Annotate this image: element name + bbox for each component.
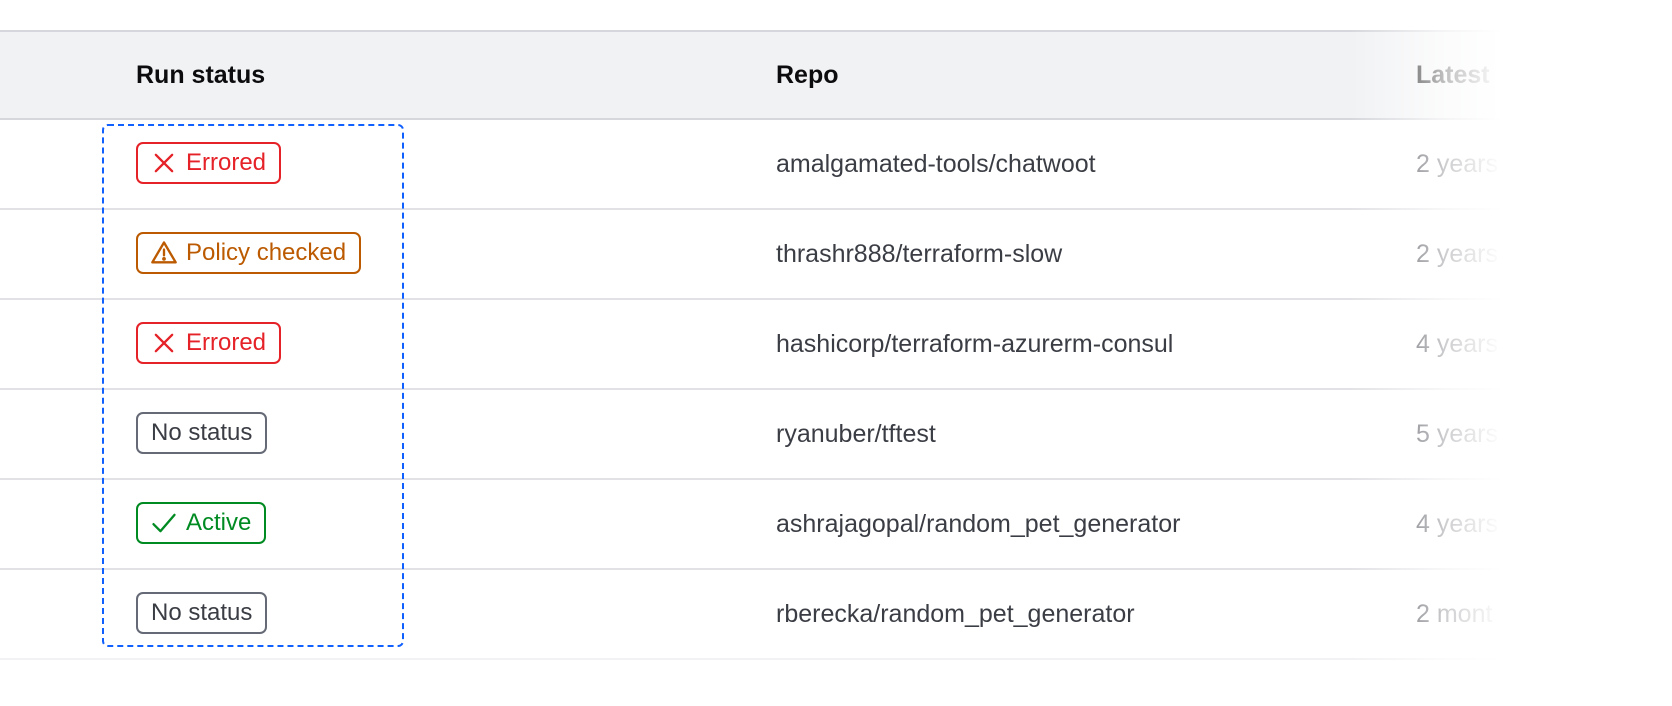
latest-cell: 2 years <box>1416 150 1498 178</box>
status-badge-no-status: No status <box>136 592 268 634</box>
latest-cell: 4 years <box>1416 330 1498 358</box>
table-header-row: Run status Repo Latest <box>0 30 1500 120</box>
status-badge-errored: Errored <box>136 142 282 184</box>
column-header-run-status[interactable]: Run status <box>136 32 265 118</box>
right-gutter <box>1500 0 1672 706</box>
x-icon <box>150 329 178 357</box>
status-badge-label: Errored <box>186 329 267 356</box>
run-status-cell: No status <box>136 592 268 634</box>
warning-triangle-icon <box>150 239 178 267</box>
status-badge-errored: Errored <box>136 322 282 364</box>
latest-cell: 2 mont <box>1416 600 1493 628</box>
repo-cell[interactable]: hashicorp/terraform-azurerm-consul <box>776 300 1173 388</box>
table-row[interactable]: Errored hashicorp/terraform-azurerm-cons… <box>0 300 1500 390</box>
table-row[interactable]: Policy checked thrashr888/terraform-slow… <box>0 210 1500 300</box>
latest-cell: 4 years <box>1416 510 1498 538</box>
repo-cell[interactable]: amalgamated-tools/chatwoot <box>776 120 1096 208</box>
status-badge-label: No status <box>151 599 253 626</box>
x-icon <box>150 149 178 177</box>
run-status-cell: Policy checked <box>136 232 362 274</box>
repo-cell[interactable]: rberecka/random_pet_generator <box>776 570 1135 658</box>
table-row[interactable]: No status ryanuber/tftest 5 years <box>0 390 1500 480</box>
latest-cell: 2 years <box>1416 240 1498 268</box>
repo-cell[interactable]: ryanuber/tftest <box>776 390 936 478</box>
status-badge-label: No status <box>151 419 253 446</box>
status-badge-label: Errored <box>186 149 267 176</box>
status-badge-policy-checked: Policy checked <box>136 232 362 274</box>
table-row[interactable]: Errored amalgamated-tools/chatwoot 2 yea… <box>0 120 1500 210</box>
run-status-cell: No status <box>136 412 268 454</box>
table-row[interactable]: No status rberecka/random_pet_generator … <box>0 570 1500 660</box>
table-row[interactable]: Active ashrajagopal/random_pet_generator… <box>0 480 1500 570</box>
run-status-cell: Errored <box>136 322 282 364</box>
status-badge-label: Policy checked <box>186 239 347 266</box>
column-header-repo[interactable]: Repo <box>776 32 839 118</box>
latest-cell: 5 years <box>1416 420 1498 448</box>
run-status-cell: Errored <box>136 142 282 184</box>
run-status-cell: Active <box>136 502 267 544</box>
repo-cell[interactable]: thrashr888/terraform-slow <box>776 210 1062 298</box>
repo-cell[interactable]: ashrajagopal/random_pet_generator <box>776 480 1180 568</box>
status-badge-label: Active <box>186 509 252 536</box>
status-badge-no-status: No status <box>136 412 268 454</box>
column-header-latest[interactable]: Latest <box>1416 32 1490 118</box>
check-icon <box>150 509 178 537</box>
status-badge-active: Active <box>136 502 267 544</box>
workspaces-table: Run status Repo Latest Errored amalgamat… <box>0 30 1500 660</box>
